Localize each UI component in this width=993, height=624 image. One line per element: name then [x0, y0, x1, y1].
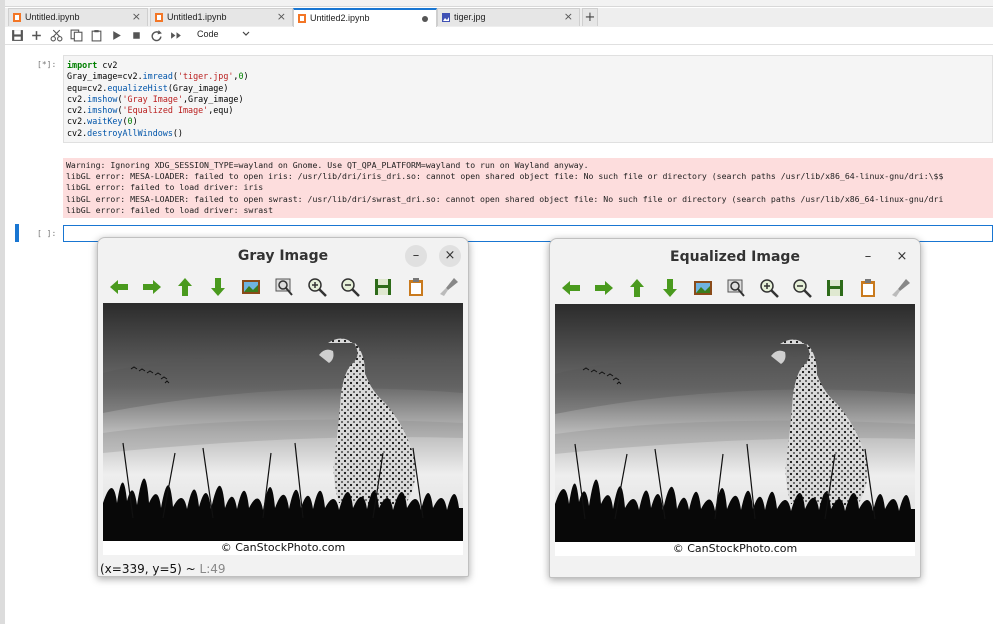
run-all-icon[interactable] [170, 29, 183, 42]
tab-untitled1[interactable]: Untitled1.ipynb × [150, 8, 293, 26]
properties-icon[interactable] [890, 277, 912, 299]
arrow-down-icon[interactable] [207, 276, 229, 298]
notebook-toolbar: Code [5, 27, 993, 45]
tab-label: Untitled2.ipynb [310, 13, 370, 23]
output-line: Warning: Ignoring XDG_SESSION_TYPE=wayla… [66, 160, 589, 170]
run-icon[interactable] [110, 29, 123, 42]
image-icon[interactable] [692, 277, 714, 299]
arrow-up-icon[interactable] [626, 277, 648, 299]
zoom-region-icon[interactable] [725, 277, 747, 299]
code-line: cv2.waitKey(0) [67, 116, 138, 127]
code-line: import cv2 [67, 60, 118, 70]
image-caption: © CanStockPhoto.com [555, 542, 915, 556]
cut-icon[interactable] [50, 29, 63, 42]
zoom-out-icon[interactable] [339, 276, 361, 298]
output-line: libGL error: failed to load driver: swra… [66, 204, 274, 215]
close-icon[interactable]: × [277, 10, 286, 23]
active-cell-marker [15, 224, 19, 242]
arrow-right-icon[interactable] [593, 277, 615, 299]
save-icon[interactable] [11, 29, 24, 42]
add-cell-icon[interactable] [30, 29, 43, 42]
tab-label: Untitled1.ipynb [167, 12, 227, 22]
tab-label: Untitled.ipynb [25, 12, 80, 22]
copy-image-icon[interactable] [405, 276, 427, 298]
equalized-image[interactable] [555, 304, 915, 542]
code-line: Gray_image=cv2.imread('tiger.jpg',0) [67, 71, 249, 82]
code-token: cv2 [102, 60, 118, 70]
pixel-level: L:49 [199, 562, 226, 576]
code-line: cv2.destroyAllWindows() [67, 127, 183, 138]
copy-image-icon[interactable] [857, 277, 879, 299]
code-line: cv2.imshow('Equalized Image',equ) [67, 105, 234, 116]
pixel-coordinates: (x=339, y=5) ~ [100, 562, 196, 576]
close-button[interactable]: × [891, 246, 913, 268]
arrow-up-icon[interactable] [174, 276, 196, 298]
arrow-down-icon[interactable] [659, 277, 681, 299]
left-sidebar-edge [0, 0, 5, 624]
copy-icon[interactable] [70, 29, 83, 42]
chevron-down-icon[interactable] [241, 28, 251, 40]
window-top-strip [0, 0, 993, 7]
close-button[interactable]: × [439, 245, 461, 267]
zoom-in-icon[interactable] [758, 277, 780, 299]
stderr-output: Warning: Ignoring XDG_SESSION_TYPE=wayla… [63, 158, 993, 218]
restart-icon[interactable] [150, 29, 163, 42]
output-line: libGL error: MESA-LOADER: failed to open… [66, 193, 944, 204]
arrow-left-icon[interactable] [560, 277, 582, 299]
tab-label: tiger.jpg [454, 12, 486, 22]
code-cell[interactable]: import cv2 Gray_image=cv2.imread('tiger.… [63, 55, 993, 143]
arrow-right-icon[interactable] [141, 276, 163, 298]
equalized-image-window[interactable]: Equalized Image – × © CanStockPhoto.com [549, 238, 921, 578]
gray-image-window[interactable]: Gray Image – × © CanStockPhoto.com (x=33… [97, 237, 469, 577]
code-line: cv2.imshow('Gray Image',Gray_image) [67, 93, 244, 104]
image-caption: © CanStockPhoto.com [103, 541, 463, 555]
status-bar: (x=339, y=5) ~ L:49 [100, 562, 226, 576]
save-image-icon[interactable] [372, 276, 394, 298]
notebook-icon [155, 13, 163, 22]
notebook-icon [298, 14, 306, 23]
stop-icon[interactable] [130, 29, 143, 42]
minimize-button[interactable]: – [405, 245, 427, 267]
zoom-in-icon[interactable] [306, 276, 328, 298]
tab-tiger-jpg[interactable]: tiger.jpg × [437, 8, 580, 26]
cell-prompt: [*]: [37, 60, 57, 69]
notebook-icon [13, 13, 21, 22]
properties-icon[interactable] [438, 276, 460, 298]
output-line: libGL error: failed to load driver: iris [66, 182, 264, 193]
close-icon[interactable]: × [564, 10, 573, 23]
close-icon[interactable]: × [132, 10, 141, 23]
tab-untitled[interactable]: Untitled.ipynb × [8, 8, 148, 26]
arrow-left-icon[interactable] [108, 276, 130, 298]
add-tab-button[interactable]: + [582, 8, 598, 26]
gray-image[interactable] [103, 303, 463, 541]
save-image-icon[interactable] [824, 277, 846, 299]
zoom-region-icon[interactable] [273, 276, 295, 298]
tab-untitled2[interactable]: Untitled2.ipynb [293, 8, 437, 27]
zoom-out-icon[interactable] [791, 277, 813, 299]
unsaved-dot-icon[interactable] [422, 16, 428, 22]
cell-type-select[interactable]: Code [197, 29, 219, 39]
minimize-button[interactable]: – [857, 246, 879, 268]
output-line: libGL error: MESA-LOADER: failed to open… [66, 171, 944, 182]
paste-icon[interactable] [90, 29, 103, 42]
tab-bar: Untitled.ipynb × Untitled1.ipynb × Untit… [5, 8, 993, 28]
code-line: equ=cv2.equalizeHist(Gray_image) [67, 82, 229, 93]
cell-prompt: [ ]: [37, 229, 57, 238]
image-icon[interactable] [240, 276, 262, 298]
image-file-icon [442, 13, 450, 22]
